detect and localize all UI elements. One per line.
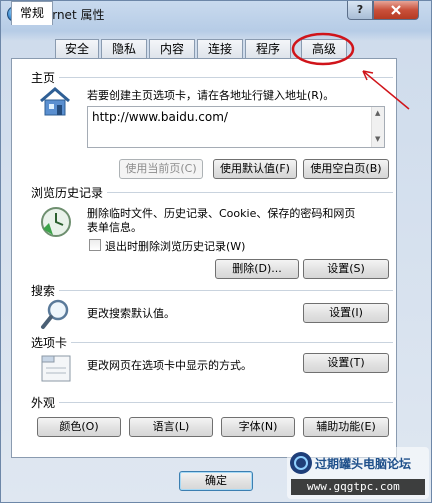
internet-properties-window: Internet 属性 ? 常规 安全 隐私 内容 连接 程序 高级 主页 若要…	[0, 0, 432, 503]
close-button[interactable]	[373, 1, 419, 20]
delete-history-on-exit-checkbox[interactable]	[89, 239, 101, 251]
use-default-button[interactable]: 使用默认值(F)	[213, 159, 297, 179]
watermark-title: 过期罐头电脑论坛	[315, 457, 412, 471]
tabs-description: 更改网页在选项卡中显示的方式。	[87, 359, 252, 372]
tab-content[interactable]: 内容	[149, 39, 195, 59]
title-bar[interactable]: Internet 属性 ?	[1, 1, 431, 27]
tab-general[interactable]: 常规	[11, 1, 53, 25]
tabs-group-line	[71, 342, 393, 343]
accessibility-button[interactable]: 辅助功能(E)	[303, 417, 389, 437]
help-button[interactable]: ?	[347, 1, 373, 20]
use-blank-button[interactable]: 使用空白页(B)	[303, 159, 389, 179]
search-group-line	[59, 290, 393, 291]
use-current-button[interactable]: 使用当前页(C)	[119, 159, 203, 179]
home-icon	[40, 87, 70, 116]
history-group-line	[101, 192, 393, 193]
appearance-group-line	[59, 402, 393, 403]
languages-button[interactable]: 语言(L)	[129, 417, 213, 437]
tab-security[interactable]: 安全	[55, 39, 99, 59]
history-settings-button[interactable]: 设置(S)	[303, 259, 389, 279]
search-settings-button[interactable]: 设置(I)	[303, 303, 389, 323]
close-icon	[391, 5, 401, 15]
history-description-line2: 表单信息。	[87, 221, 142, 234]
delete-history-button[interactable]: 删除(D)...	[215, 259, 299, 279]
appearance-group-title: 外观	[31, 394, 60, 411]
fonts-button[interactable]: 字体(N)	[221, 417, 295, 437]
tabs-icon	[41, 355, 71, 382]
colors-button[interactable]: 颜色(O)	[37, 417, 121, 437]
watermark-url: www.gqgtpc.com	[307, 480, 400, 493]
search-icon	[41, 299, 69, 329]
ok-button[interactable]: 确定	[179, 471, 253, 491]
watermark: 过期罐头电脑论坛 www.gqgtpc.com	[287, 447, 429, 499]
delete-history-on-exit-label[interactable]: 退出时删除浏览历史记录(W)	[105, 238, 245, 254]
tab-privacy[interactable]: 隐私	[101, 39, 147, 59]
history-clock-icon	[41, 207, 71, 237]
history-group-title: 浏览历史记录	[31, 184, 108, 201]
annotation-circle-arrow	[291, 32, 410, 110]
homepage-group-title: 主页	[31, 69, 60, 86]
tabs-settings-button[interactable]: 设置(T)	[303, 353, 389, 373]
tabs-group-title: 选项卡	[31, 334, 72, 351]
homepage-url-value: http://www.baidu.com/	[92, 110, 228, 124]
tab-connections[interactable]: 连接	[197, 39, 243, 59]
scroll-down-icon[interactable]: ▼	[375, 135, 380, 143]
tab-programs[interactable]: 程序	[245, 39, 291, 59]
search-description: 更改搜索默认值。	[87, 307, 175, 320]
